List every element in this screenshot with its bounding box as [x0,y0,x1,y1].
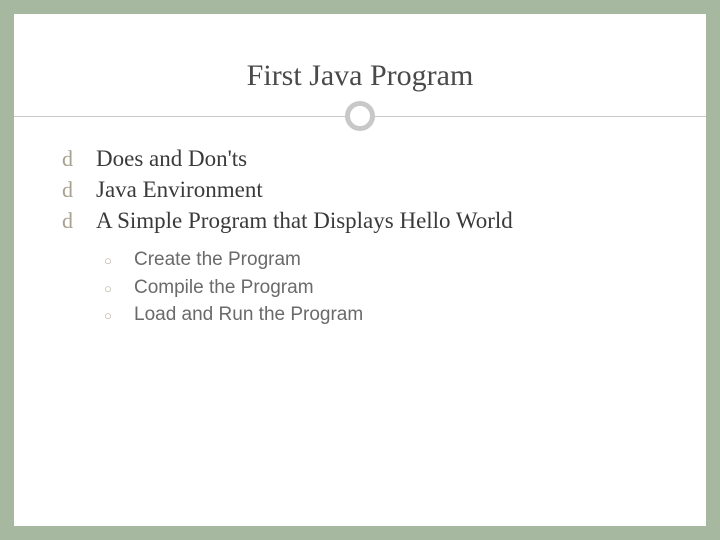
sub-list-item-text: Create the Program [134,246,301,274]
list-item: d Does and Don'ts [62,143,666,174]
main-list: d Does and Don'ts d Java Environment d A… [54,143,666,236]
sub-list-item-text: Compile the Program [134,274,314,302]
list-item-text: Does and Don'ts [96,143,247,174]
ring-bullet-icon: ○ [104,280,118,299]
bullet-icon: d [62,144,82,174]
slide: First Java Program d Does and Don'ts d J… [14,14,706,526]
divider-circle-icon [345,101,375,131]
bullet-icon: d [62,206,82,236]
bullet-icon: d [62,175,82,205]
sub-list: ○ Create the Program ○ Compile the Progr… [54,246,666,329]
title-divider [54,101,666,131]
list-item-text: A Simple Program that Displays Hello Wor… [96,205,513,236]
list-item: d Java Environment [62,174,666,205]
slide-title: First Java Program [54,59,666,93]
ring-bullet-icon: ○ [104,252,118,271]
sub-list-item-text: Load and Run the Program [134,301,363,329]
ring-bullet-icon: ○ [104,307,118,326]
sub-list-item: ○ Create the Program [104,246,666,274]
list-item-text: Java Environment [96,174,263,205]
list-item: d A Simple Program that Displays Hello W… [62,205,666,236]
sub-list-item: ○ Load and Run the Program [104,301,666,329]
sub-list-item: ○ Compile the Program [104,274,666,302]
